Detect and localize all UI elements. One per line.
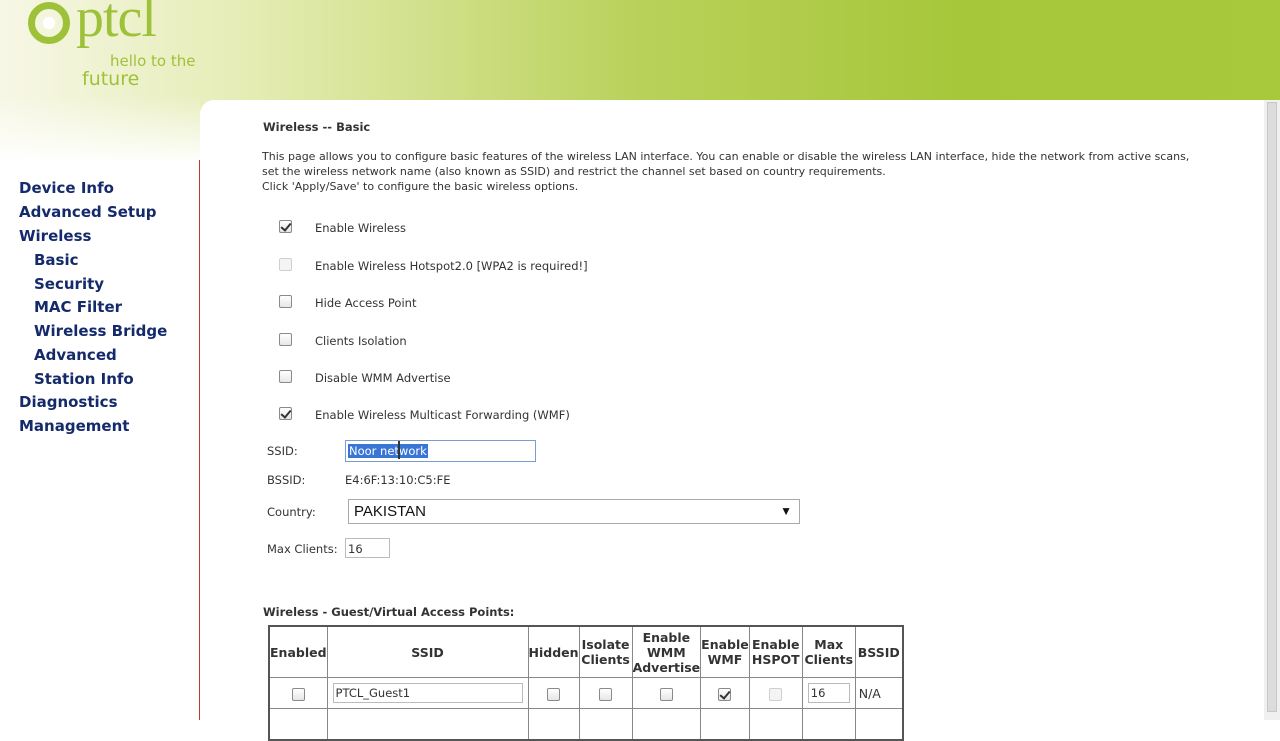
- enable-wmf-label: Enable Wireless Multicast Forwarding (WM…: [315, 408, 570, 422]
- clients-isolation-checkbox[interactable]: [279, 333, 292, 346]
- page-description-line-1: This page allows you to configure basic …: [262, 150, 1190, 163]
- guest-row2-cell: [801, 708, 856, 741]
- page-title: Wireless -- Basic: [263, 120, 371, 134]
- guest-enabled-checkbox[interactable]: [291, 687, 305, 701]
- guest-max-cell: 16: [801, 677, 856, 709]
- guest-row2-cell: [631, 708, 702, 741]
- col-header-wmm: Enable WMM Advertise: [631, 625, 702, 678]
- nav-station-info[interactable]: Station Info: [34, 370, 134, 388]
- nav-device-info[interactable]: Device Info: [19, 179, 114, 197]
- enable-hotspot-label: Enable Wireless Hotspot2.0 [WPA2 is requ…: [315, 259, 588, 273]
- ssid-label: SSID:: [267, 444, 298, 458]
- disable-wmm-label: Disable WMM Advertise: [315, 371, 451, 385]
- guest-ssid-cell: PTCL_Guest1: [326, 677, 529, 709]
- page-description-line-3: Click 'Apply/Save' to configure the basi…: [262, 180, 579, 193]
- banner-fade: [0, 95, 200, 165]
- sidebar-nav: Device Info Advanced Setup Wireless Basi…: [0, 160, 200, 720]
- nav-wireless[interactable]: Wireless: [19, 227, 91, 245]
- guest-hspot-checkbox[interactable]: [769, 687, 783, 701]
- guest-row2-cell: [527, 708, 580, 741]
- page-description-line-2: set the wireless network name (also know…: [262, 165, 886, 178]
- guest-ssid-input[interactable]: PTCL_Guest1: [332, 683, 523, 703]
- table-header-row: Enabled SSID Hidden Isolate Clients Enab…: [268, 625, 904, 678]
- nav-diagnostics[interactable]: Diagnostics: [19, 393, 118, 411]
- col-header-bssid: BSSID: [854, 625, 904, 678]
- guest-wmm-checkbox[interactable]: [659, 687, 673, 701]
- table-row: PTCL_Guest1 16 N/A: [268, 677, 904, 709]
- nav-wireless-basic[interactable]: Basic: [34, 251, 79, 269]
- bssid-value: E4:6F:13:10:C5:FE: [345, 473, 451, 487]
- col-header-wmf: Enable WMF: [700, 625, 750, 678]
- enable-hotspot-checkbox[interactable]: [279, 258, 292, 271]
- guest-bssid-cell: N/A: [854, 677, 904, 709]
- guest-wmf-checkbox[interactable]: [718, 687, 732, 701]
- country-select[interactable]: PAKISTAN ▼: [348, 499, 800, 524]
- guest-hidden-checkbox[interactable]: [547, 687, 561, 701]
- ptcl-logo: ptcl hello to the future: [24, 0, 204, 100]
- nav-advanced-setup[interactable]: Advanced Setup: [19, 203, 157, 221]
- guest-row2-cell: [748, 708, 803, 741]
- guest-section-title: Wireless - Guest/Virtual Access Points:: [263, 605, 515, 619]
- col-header-max-clients: Max Clients: [801, 625, 856, 678]
- nav-management[interactable]: Management: [19, 417, 129, 435]
- guest-row2-cell: [326, 708, 529, 741]
- guest-wmm-cell: [631, 677, 702, 709]
- dropdown-arrow-icon: ▼: [780, 504, 792, 518]
- guest-hspot-cell: [748, 677, 803, 709]
- hide-access-point-checkbox[interactable]: [279, 295, 292, 308]
- country-label: Country:: [267, 505, 316, 519]
- guest-enabled-cell: [268, 677, 328, 709]
- guest-row2-cell: [268, 708, 328, 741]
- nav-wireless-security[interactable]: Security: [34, 275, 104, 293]
- guest-wmf-cell: [700, 677, 750, 709]
- enable-wireless-label: Enable Wireless: [315, 221, 406, 235]
- guest-row2-cell: [700, 708, 750, 741]
- guest-row2-cell: [578, 708, 633, 741]
- max-clients-label: Max Clients:: [267, 542, 338, 556]
- col-header-ssid: SSID: [326, 625, 529, 678]
- ssid-value: Noor network: [348, 444, 428, 458]
- clients-isolation-label: Clients Isolation: [315, 334, 407, 348]
- table-row: [268, 708, 904, 741]
- country-value: PAKISTAN: [354, 503, 426, 520]
- enable-wireless-checkbox[interactable]: [279, 220, 292, 233]
- logo-ring-icon: [28, 2, 70, 44]
- max-clients-value: 16: [348, 542, 363, 556]
- disable-wmm-checkbox[interactable]: [279, 370, 292, 383]
- logo-wordmark: ptcl: [76, 0, 157, 49]
- col-header-hidden: Hidden: [527, 625, 580, 678]
- col-header-enabled: Enabled: [268, 625, 328, 678]
- col-header-hspot: Enable HSPOT: [748, 625, 803, 678]
- col-header-isolate: Isolate Clients: [578, 625, 633, 678]
- guest-isolate-cell: [578, 677, 633, 709]
- guest-hidden-cell: [527, 677, 580, 709]
- guest-max-clients-input[interactable]: 16: [807, 683, 850, 703]
- guest-row2-cell: [854, 708, 904, 741]
- nav-wireless-advanced[interactable]: Advanced: [34, 346, 117, 364]
- bssid-label: BSSID:: [267, 473, 306, 487]
- nav-wireless-bridge[interactable]: Wireless Bridge: [34, 322, 167, 340]
- text-cursor-icon: [398, 441, 400, 459]
- scrollbar-thumb[interactable]: [1267, 102, 1277, 712]
- enable-wmf-checkbox[interactable]: [279, 407, 292, 420]
- hide-access-point-label: Hide Access Point: [315, 296, 417, 310]
- logo-tagline-2: future: [82, 68, 140, 90]
- nav-mac-filter[interactable]: MAC Filter: [34, 298, 122, 316]
- guest-ap-table: Enabled SSID Hidden Isolate Clients Enab…: [268, 625, 904, 741]
- max-clients-input[interactable]: 16: [345, 538, 390, 558]
- ssid-input[interactable]: Noor network: [345, 440, 536, 462]
- guest-isolate-checkbox[interactable]: [599, 687, 613, 701]
